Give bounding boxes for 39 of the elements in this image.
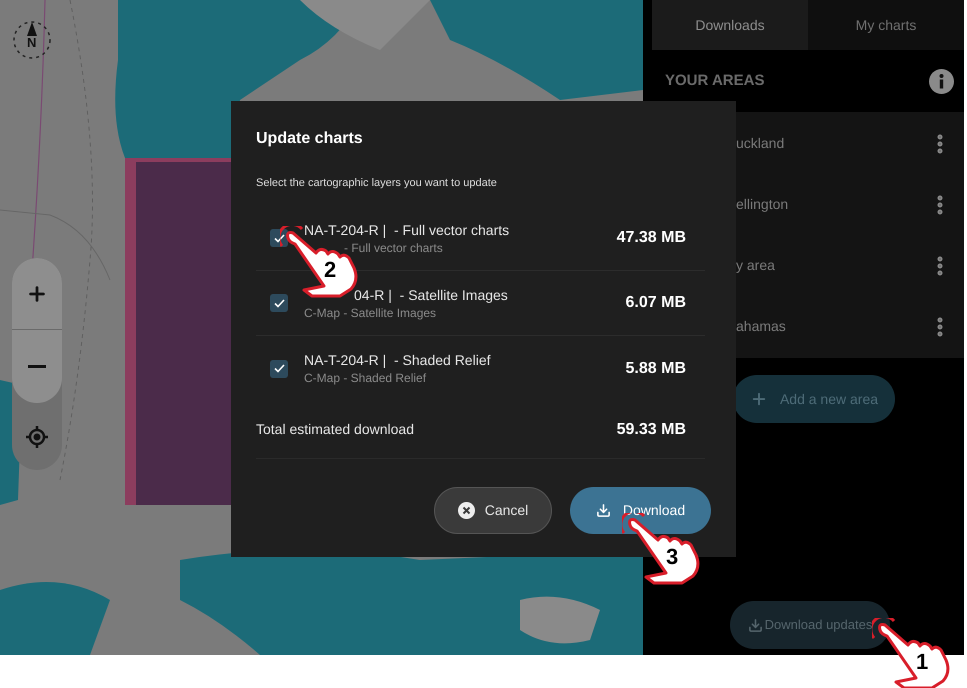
sidebar-tab[interactable]: My charts: [808, 0, 964, 50]
area-name[interactable]: uckland: [736, 133, 784, 154]
layer-size: 6.07 MB: [626, 293, 686, 313]
section-title: YOUR AREAS: [665, 70, 764, 91]
layer-source: - Full vector charts: [344, 240, 444, 254]
dialog-subtitle: Select the cartographic layers you want to update: [256, 177, 498, 190]
checkmark-icon: [274, 298, 284, 308]
compass-north-label: N: [27, 36, 36, 50]
dialog-title: Update charts: [256, 129, 364, 149]
area-name[interactable]: ahamas: [736, 316, 786, 337]
step-number: 3: [666, 545, 678, 569]
layer-checkbox[interactable]: [270, 294, 288, 312]
layer-size: 47.38 MB: [616, 228, 686, 248]
download-updates-button[interactable]: Download updates: [730, 601, 890, 649]
layer-name: NA-T-204-R | - Full vector charts: [304, 222, 510, 238]
layer-checkbox[interactable]: [270, 360, 288, 378]
step-number: 2: [324, 258, 336, 282]
crosshair-icon: [26, 426, 48, 448]
area-name[interactable]: y area: [736, 255, 775, 276]
close-icon: [458, 502, 475, 519]
checkmark-icon: [274, 364, 284, 373]
download-icon: [596, 503, 611, 518]
info-icon[interactable]: [929, 68, 954, 94]
area-name[interactable]: ellington: [736, 194, 788, 215]
minus-icon: [28, 364, 46, 368]
total-label: Total estimated download: [256, 420, 414, 439]
layer-name: 04-R | - Satellite Images: [354, 286, 509, 302]
step-number: 1: [916, 650, 928, 674]
total-size: 59.33 MB: [616, 420, 686, 440]
layer-source: C-Map - Satellite Images: [304, 306, 438, 320]
layer-source: C-Map - Shaded Relief: [304, 371, 428, 385]
layer-name: NA-T-204-R | - Shaded Relief: [304, 352, 492, 368]
download-button[interactable]: Download: [570, 487, 711, 534]
sidebar-tab[interactable]: Downloads: [652, 0, 808, 50]
add-area-button[interactable]: Add a new area: [733, 375, 895, 423]
cancel-button[interactable]: Cancel: [434, 487, 552, 534]
checkmark-icon: [274, 234, 284, 242]
download-icon: [748, 618, 763, 632]
layer-size: 5.88 MB: [626, 358, 686, 378]
